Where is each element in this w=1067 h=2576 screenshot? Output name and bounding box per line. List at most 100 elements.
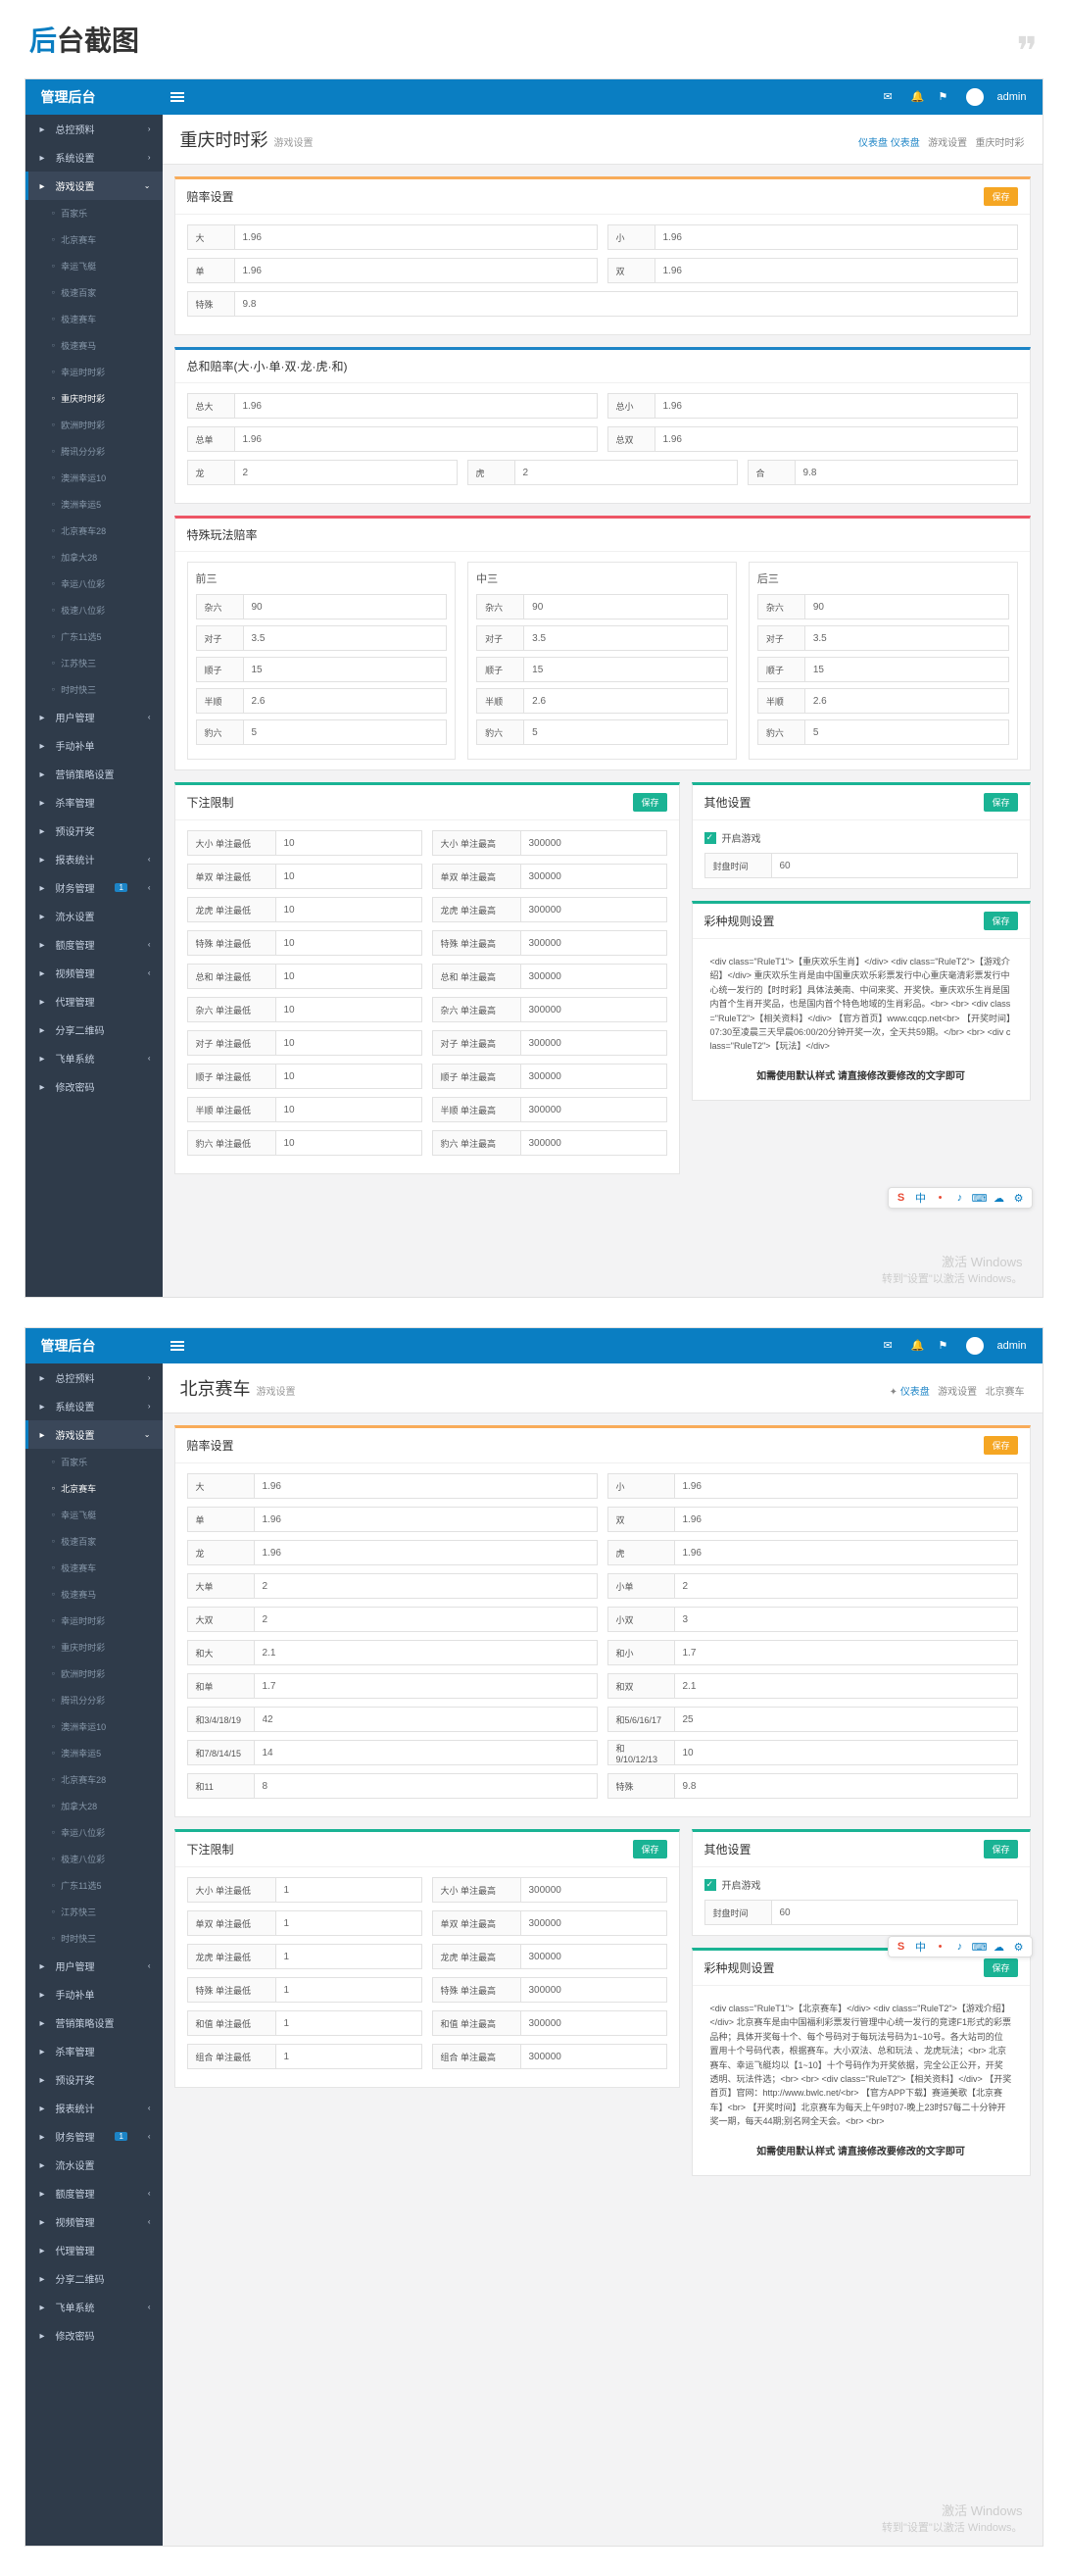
sidebar-subitem[interactable]: ○北京赛车 <box>25 226 163 253</box>
save-button[interactable]: 保存 <box>633 1840 666 1858</box>
rate-input[interactable] <box>524 720 727 744</box>
rate-input[interactable] <box>276 1065 421 1088</box>
sidebar-item[interactable]: ▸预设开奖 <box>25 2065 163 2094</box>
sidebar-subitem[interactable]: ○幸运时时彩 <box>25 1608 163 1634</box>
sidebar-item[interactable]: ▸游戏设置⌄ <box>25 1420 163 1449</box>
sidebar-subitem[interactable]: ○江苏快三 <box>25 1899 163 1925</box>
sidebar-subitem[interactable]: ○澳洲幸运10 <box>25 465 163 491</box>
sidebar-subitem[interactable]: ○北京赛车 <box>25 1475 163 1502</box>
crumb-home[interactable]: 仪表盘 <box>900 1387 930 1398</box>
sidebar-subitem[interactable]: ○极速赛马 <box>25 332 163 359</box>
rate-input[interactable] <box>255 1674 597 1698</box>
rate-input[interactable] <box>255 1774 597 1798</box>
sidebar-item[interactable]: ▸游戏设置⌄ <box>25 172 163 200</box>
rate-input[interactable] <box>244 595 447 619</box>
sidebar-subitem[interactable]: ○极速赛马 <box>25 1581 163 1608</box>
rate-input[interactable] <box>255 1641 597 1664</box>
sidebar-subitem[interactable]: ○澳洲幸运5 <box>25 1740 163 1766</box>
rate-input[interactable] <box>276 865 421 888</box>
rate-input[interactable] <box>524 658 727 681</box>
rate-input[interactable] <box>276 1911 421 1935</box>
sidebar-item[interactable]: ▸额度管理‹ <box>25 930 163 959</box>
rate-input[interactable] <box>255 1574 597 1598</box>
ime-toolbar[interactable]: S 中 • ♪ ⌨ ☁ ⚙ <box>888 1936 1033 1957</box>
rate-input[interactable] <box>276 2011 421 2035</box>
sidebar-item[interactable]: ▸分享二维码 <box>25 1016 163 1044</box>
rate-input[interactable] <box>521 965 666 988</box>
sidebar-item[interactable]: ▸视频管理‹ <box>25 959 163 987</box>
mail-icon[interactable]: ✉ <box>884 90 897 104</box>
rate-input[interactable] <box>255 1541 597 1564</box>
save-button[interactable]: 保存 <box>984 1840 1017 1858</box>
rate-input[interactable] <box>276 998 421 1021</box>
sidebar-item[interactable]: ▸财务管理1‹ <box>25 873 163 902</box>
rate-input[interactable] <box>655 259 1017 282</box>
rate-input[interactable] <box>521 1131 666 1155</box>
rate-input[interactable] <box>276 898 421 921</box>
enable-checkbox[interactable] <box>704 1879 716 1891</box>
sidebar-item[interactable]: ▸流水设置 <box>25 2151 163 2179</box>
rate-input[interactable] <box>655 394 1017 418</box>
rate-input[interactable] <box>244 689 447 713</box>
rate-input[interactable] <box>521 865 666 888</box>
sidebar-subitem[interactable]: ○北京赛车28 <box>25 1766 163 1793</box>
rate-input[interactable] <box>675 1541 1017 1564</box>
save-button[interactable]: 保存 <box>633 793 666 812</box>
rate-input[interactable] <box>276 1131 421 1155</box>
sidebar-item[interactable]: ▸代理管理 <box>25 987 163 1016</box>
sidebar-subitem[interactable]: ○极速八位彩 <box>25 597 163 623</box>
ime-toolbar[interactable]: S 中 • ♪ ⌨ ☁ ⚙ <box>888 1187 1033 1209</box>
sidebar-item[interactable]: ▸代理管理 <box>25 2236 163 2264</box>
sidebar-item[interactable]: ▸总控预料› <box>25 115 163 143</box>
sidebar-subitem[interactable]: ○幸运飞艇 <box>25 1502 163 1528</box>
sidebar-subitem[interactable]: ○澳洲幸运5 <box>25 491 163 518</box>
rate-input[interactable] <box>675 1641 1017 1664</box>
rate-input[interactable] <box>521 931 666 955</box>
crumb-home[interactable]: 仪表盘 <box>891 138 920 149</box>
sidebar-item[interactable]: ▸额度管理‹ <box>25 2179 163 2207</box>
sidebar-subitem[interactable]: ○腾讯分分彩 <box>25 438 163 465</box>
avatar[interactable] <box>966 1337 984 1355</box>
closetime-input[interactable] <box>772 1901 1017 1924</box>
sidebar-subitem[interactable]: ○极速百家 <box>25 279 163 306</box>
save-button[interactable]: 保存 <box>984 1958 1017 1977</box>
sidebar-subitem[interactable]: ○幸运八位彩 <box>25 570 163 597</box>
rate-input[interactable] <box>276 1878 421 1902</box>
sidebar-item[interactable]: ▸修改密码 <box>25 2321 163 2350</box>
sidebar-subitem[interactable]: ○广东11选5 <box>25 623 163 650</box>
rate-input[interactable] <box>675 1774 1017 1798</box>
flag-icon[interactable]: ⚑ <box>939 90 952 104</box>
closetime-input[interactable] <box>772 854 1017 877</box>
rate-input[interactable] <box>235 225 597 249</box>
sidebar-subitem[interactable]: ○幸运时时彩 <box>25 359 163 385</box>
rate-input[interactable] <box>255 1474 597 1498</box>
sidebar-subitem[interactable]: ○澳洲幸运10 <box>25 1713 163 1740</box>
sidebar-item[interactable]: ▸用户管理‹ <box>25 1952 163 1980</box>
sidebar-item[interactable]: ▸分享二维码 <box>25 2264 163 2293</box>
rate-input[interactable] <box>521 2045 666 2068</box>
sidebar-subitem[interactable]: ○百家乐 <box>25 1449 163 1475</box>
sidebar-subitem[interactable]: ○欧洲时时彩 <box>25 1660 163 1687</box>
rate-input[interactable] <box>276 1098 421 1121</box>
sidebar-item[interactable]: ▸视频管理‹ <box>25 2207 163 2236</box>
rate-input[interactable] <box>805 658 1008 681</box>
rate-input[interactable] <box>805 689 1008 713</box>
rate-input[interactable] <box>805 720 1008 744</box>
rule-textarea[interactable]: <div class="RuleT1">【重庆欢乐生肖】</div> <div … <box>704 949 1018 1060</box>
rate-input[interactable] <box>255 1608 597 1631</box>
sidebar-item[interactable]: ▸杀率管理 <box>25 788 163 817</box>
rule-textarea[interactable]: <div class="RuleT1">【北京赛车】</div> <div cl… <box>704 1996 1018 2135</box>
rate-input[interactable] <box>235 292 1017 316</box>
sidebar-subitem[interactable]: ○腾讯分分彩 <box>25 1687 163 1713</box>
rate-input[interactable] <box>524 689 727 713</box>
rate-input[interactable] <box>524 595 727 619</box>
flag-icon[interactable]: ⚑ <box>939 1339 952 1353</box>
sidebar-subitem[interactable]: ○极速赛车 <box>25 1555 163 1581</box>
sidebar-subitem[interactable]: ○幸运八位彩 <box>25 1819 163 1846</box>
bell-icon[interactable]: 🔔 <box>911 90 925 104</box>
rate-input[interactable] <box>521 1098 666 1121</box>
rate-input[interactable] <box>805 595 1008 619</box>
rate-input[interactable] <box>675 1674 1017 1698</box>
menu-toggle[interactable] <box>163 79 192 115</box>
rate-input[interactable] <box>805 626 1008 650</box>
